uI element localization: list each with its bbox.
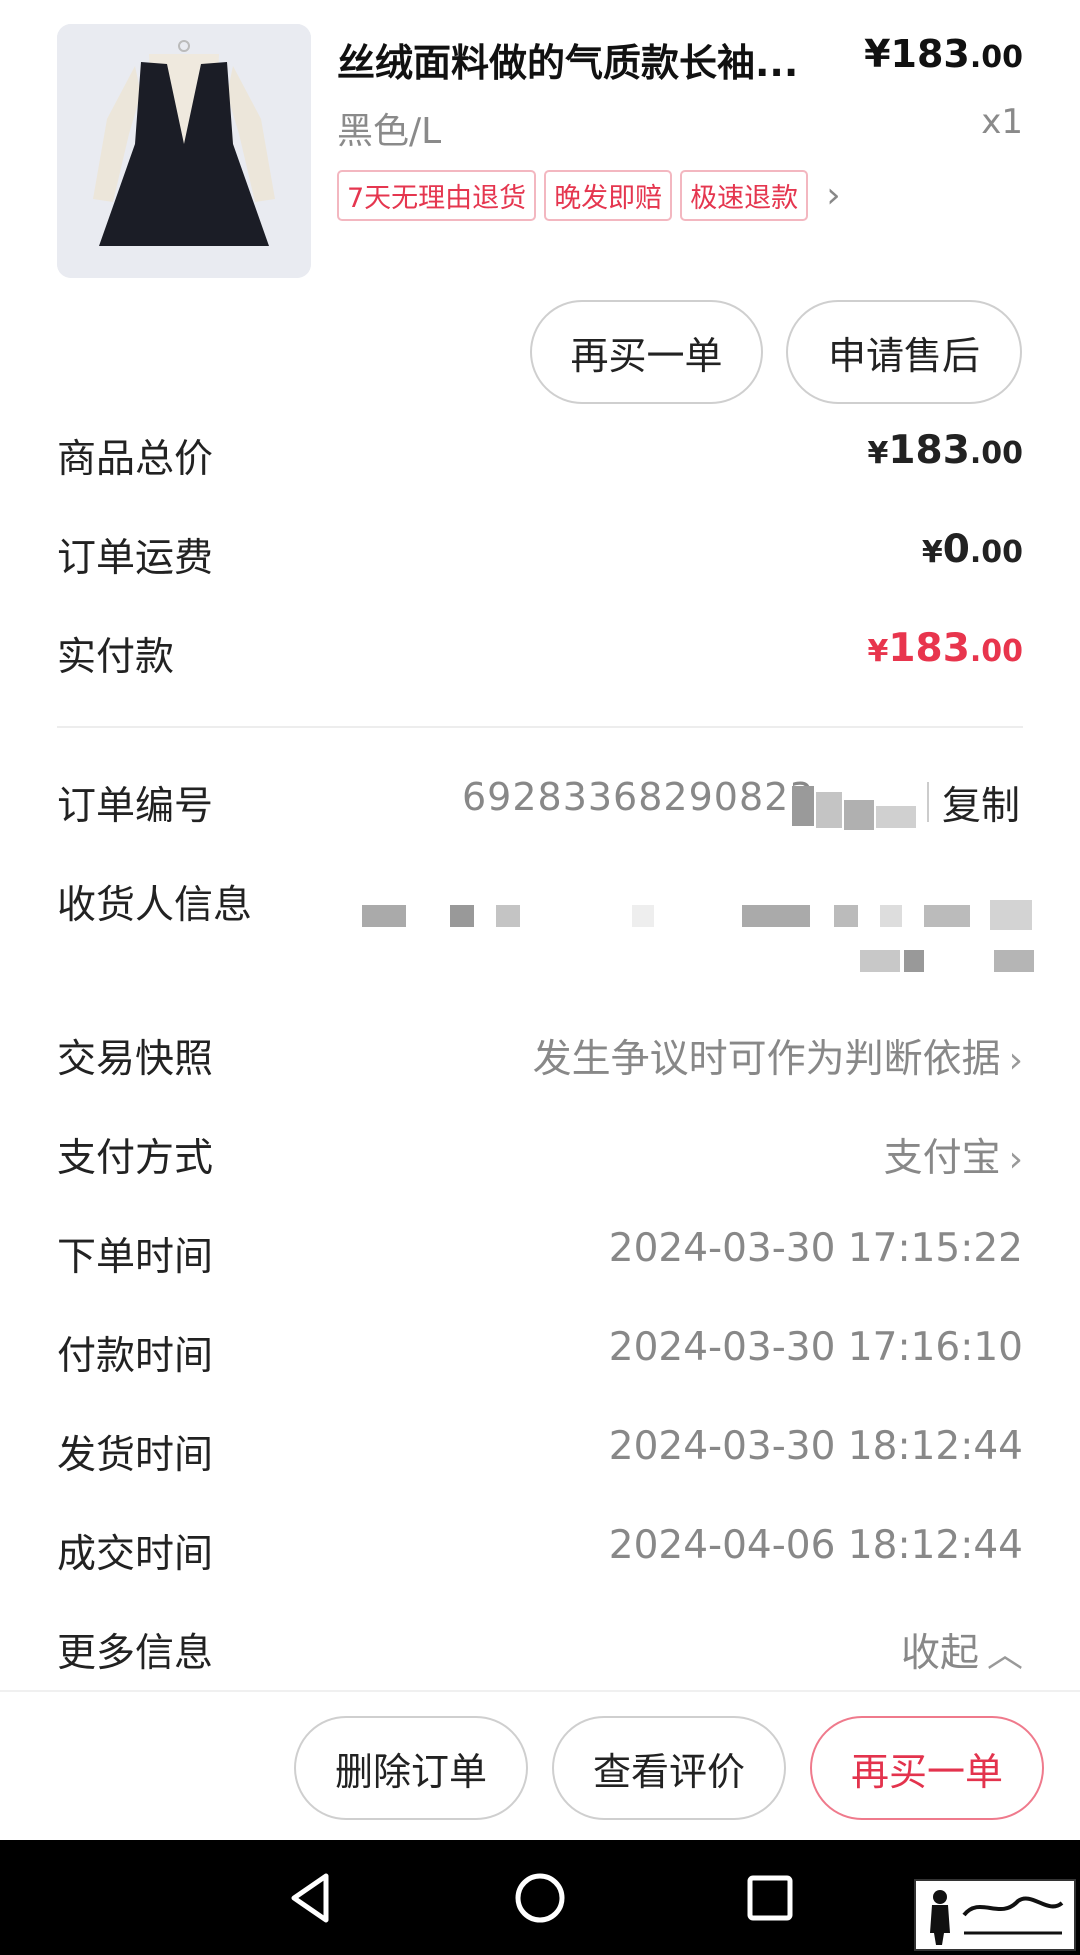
- order-time-row: 下单时间 2024-03-30 17:15:22: [57, 1226, 1023, 1286]
- receiver-label: 收货人信息: [57, 883, 253, 928]
- redaction-mask: [362, 905, 406, 927]
- back-icon[interactable]: [280, 1868, 340, 1928]
- pay-time-label: 付款时间: [57, 1334, 214, 1379]
- delete-order-button[interactable]: 删除订单: [294, 1716, 528, 1820]
- view-review-button[interactable]: 查看评价: [552, 1716, 786, 1820]
- after-sale-button[interactable]: 申请售后: [786, 300, 1022, 404]
- rebuy-order-button[interactable]: 再买一单: [810, 1716, 1044, 1820]
- paid-value: ¥183.00: [867, 626, 1023, 671]
- tag-7day-return: 7天无理由退货: [337, 170, 537, 221]
- redaction-mask: [450, 905, 474, 927]
- copy-order-number-button[interactable]: 复制: [942, 775, 1020, 831]
- redaction-mask: [844, 800, 874, 830]
- bottom-action-bar: 删除订单 查看评价 再买一单: [0, 1690, 1080, 1840]
- payment-row[interactable]: 支付方式 支付宝 ›: [57, 1127, 1023, 1187]
- chevron-right-icon: ›: [1008, 1040, 1023, 1081]
- deal-time-label: 成交时间: [57, 1532, 214, 1577]
- paid-row: 实付款 ¥183.00: [57, 626, 1023, 686]
- order-number-label: 订单编号: [57, 784, 214, 829]
- deal-time-row: 成交时间 2024-04-06 18:12:44: [57, 1523, 1023, 1583]
- ship-time-row: 发货时间 2024-03-30 18:12:44: [57, 1424, 1023, 1484]
- redaction-mask: [904, 950, 924, 972]
- redaction-mask: [792, 786, 814, 826]
- shipping-value: ¥0.00: [921, 527, 1023, 572]
- ship-time-value: 2024-03-30 18:12:44: [608, 1424, 1023, 1469]
- system-nav-bar: [0, 1840, 1080, 1955]
- chevron-up-icon: ︿: [986, 1634, 1023, 1675]
- redaction-mask: [816, 792, 842, 828]
- recents-icon[interactable]: [740, 1868, 800, 1928]
- redaction-mask: [924, 905, 970, 927]
- goods-total-value: ¥183.00: [867, 428, 1023, 473]
- redaction-mask: [994, 950, 1034, 972]
- service-tags[interactable]: 7天无理由退货 晚发即赔 极速退款 ›: [337, 170, 841, 221]
- order-detail-page: 丝绒面料做的气质款长袖... ¥183.00 黑色/L x1 7天无理由退货 晚…: [0, 0, 1080, 1955]
- order-time-label: 下单时间: [57, 1235, 214, 1280]
- redaction-mask: [880, 905, 902, 927]
- redaction-mask: [990, 900, 1032, 930]
- redaction-mask: [876, 806, 916, 828]
- collapse-toggle[interactable]: 收起 ︿: [901, 1622, 1023, 1678]
- product-price: ¥183.00: [864, 32, 1023, 76]
- payment-value: 支付宝 ›: [883, 1136, 1023, 1181]
- redaction-mask: [834, 905, 858, 927]
- product-title[interactable]: 丝绒面料做的气质款长袖...: [337, 32, 817, 87]
- product-quantity: x1: [981, 102, 1023, 142]
- more-info-row[interactable]: 更多信息 收起 ︿: [57, 1622, 1023, 1682]
- product-spec: 黑色/L: [337, 111, 442, 152]
- order-number-value: 69283368290823: [462, 775, 815, 819]
- product-thumbnail[interactable]: [57, 24, 311, 278]
- payment-label: 支付方式: [57, 1136, 214, 1181]
- home-icon[interactable]: [510, 1868, 570, 1928]
- rebuy-item-button[interactable]: 再买一单: [530, 300, 763, 404]
- pay-time-value: 2024-03-30 17:16:10: [608, 1325, 1023, 1370]
- pay-time-row: 付款时间 2024-03-30 17:16:10: [57, 1325, 1023, 1385]
- tag-fast-refund: 极速退款: [680, 170, 809, 221]
- redaction-mask: [742, 905, 810, 927]
- redaction-mask: [632, 905, 654, 927]
- redaction-mask: [860, 950, 900, 972]
- chevron-right-icon: ›: [1008, 1139, 1023, 1180]
- chevron-right-icon[interactable]: ›: [826, 175, 840, 216]
- goods-total-label: 商品总价: [57, 437, 214, 482]
- snapshot-label: 交易快照: [57, 1037, 214, 1082]
- paid-label: 实付款: [57, 635, 175, 680]
- shipping-row: 订单运费 ¥0.00: [57, 527, 1023, 587]
- product-item[interactable]: 丝绒面料做的气质款长袖... ¥183.00 黑色/L x1 7天无理由退货 晚…: [57, 24, 1023, 280]
- snapshot-row[interactable]: 交易快照 发生争议时可作为判断依据 ›: [57, 1028, 1023, 1088]
- tag-late-compensation: 晚发即赔: [544, 170, 673, 221]
- section-divider: [57, 726, 1023, 728]
- dress-image: [57, 24, 311, 278]
- copy-divider: [927, 782, 929, 822]
- order-time-value: 2024-03-30 17:15:22: [608, 1226, 1023, 1271]
- more-info-label: 更多信息: [57, 1631, 214, 1676]
- site-watermark-logo: [914, 1879, 1076, 1951]
- ship-time-label: 发货时间: [57, 1433, 214, 1478]
- snapshot-value: 发生争议时可作为判断依据 ›: [532, 1037, 1023, 1082]
- shipping-label: 订单运费: [57, 536, 214, 581]
- redaction-mask: [496, 905, 520, 927]
- receiver-row: 收货人信息: [57, 874, 1023, 934]
- deal-time-value: 2024-04-06 18:12:44: [608, 1523, 1023, 1568]
- goods-total-row: 商品总价 ¥183.00: [57, 428, 1023, 488]
